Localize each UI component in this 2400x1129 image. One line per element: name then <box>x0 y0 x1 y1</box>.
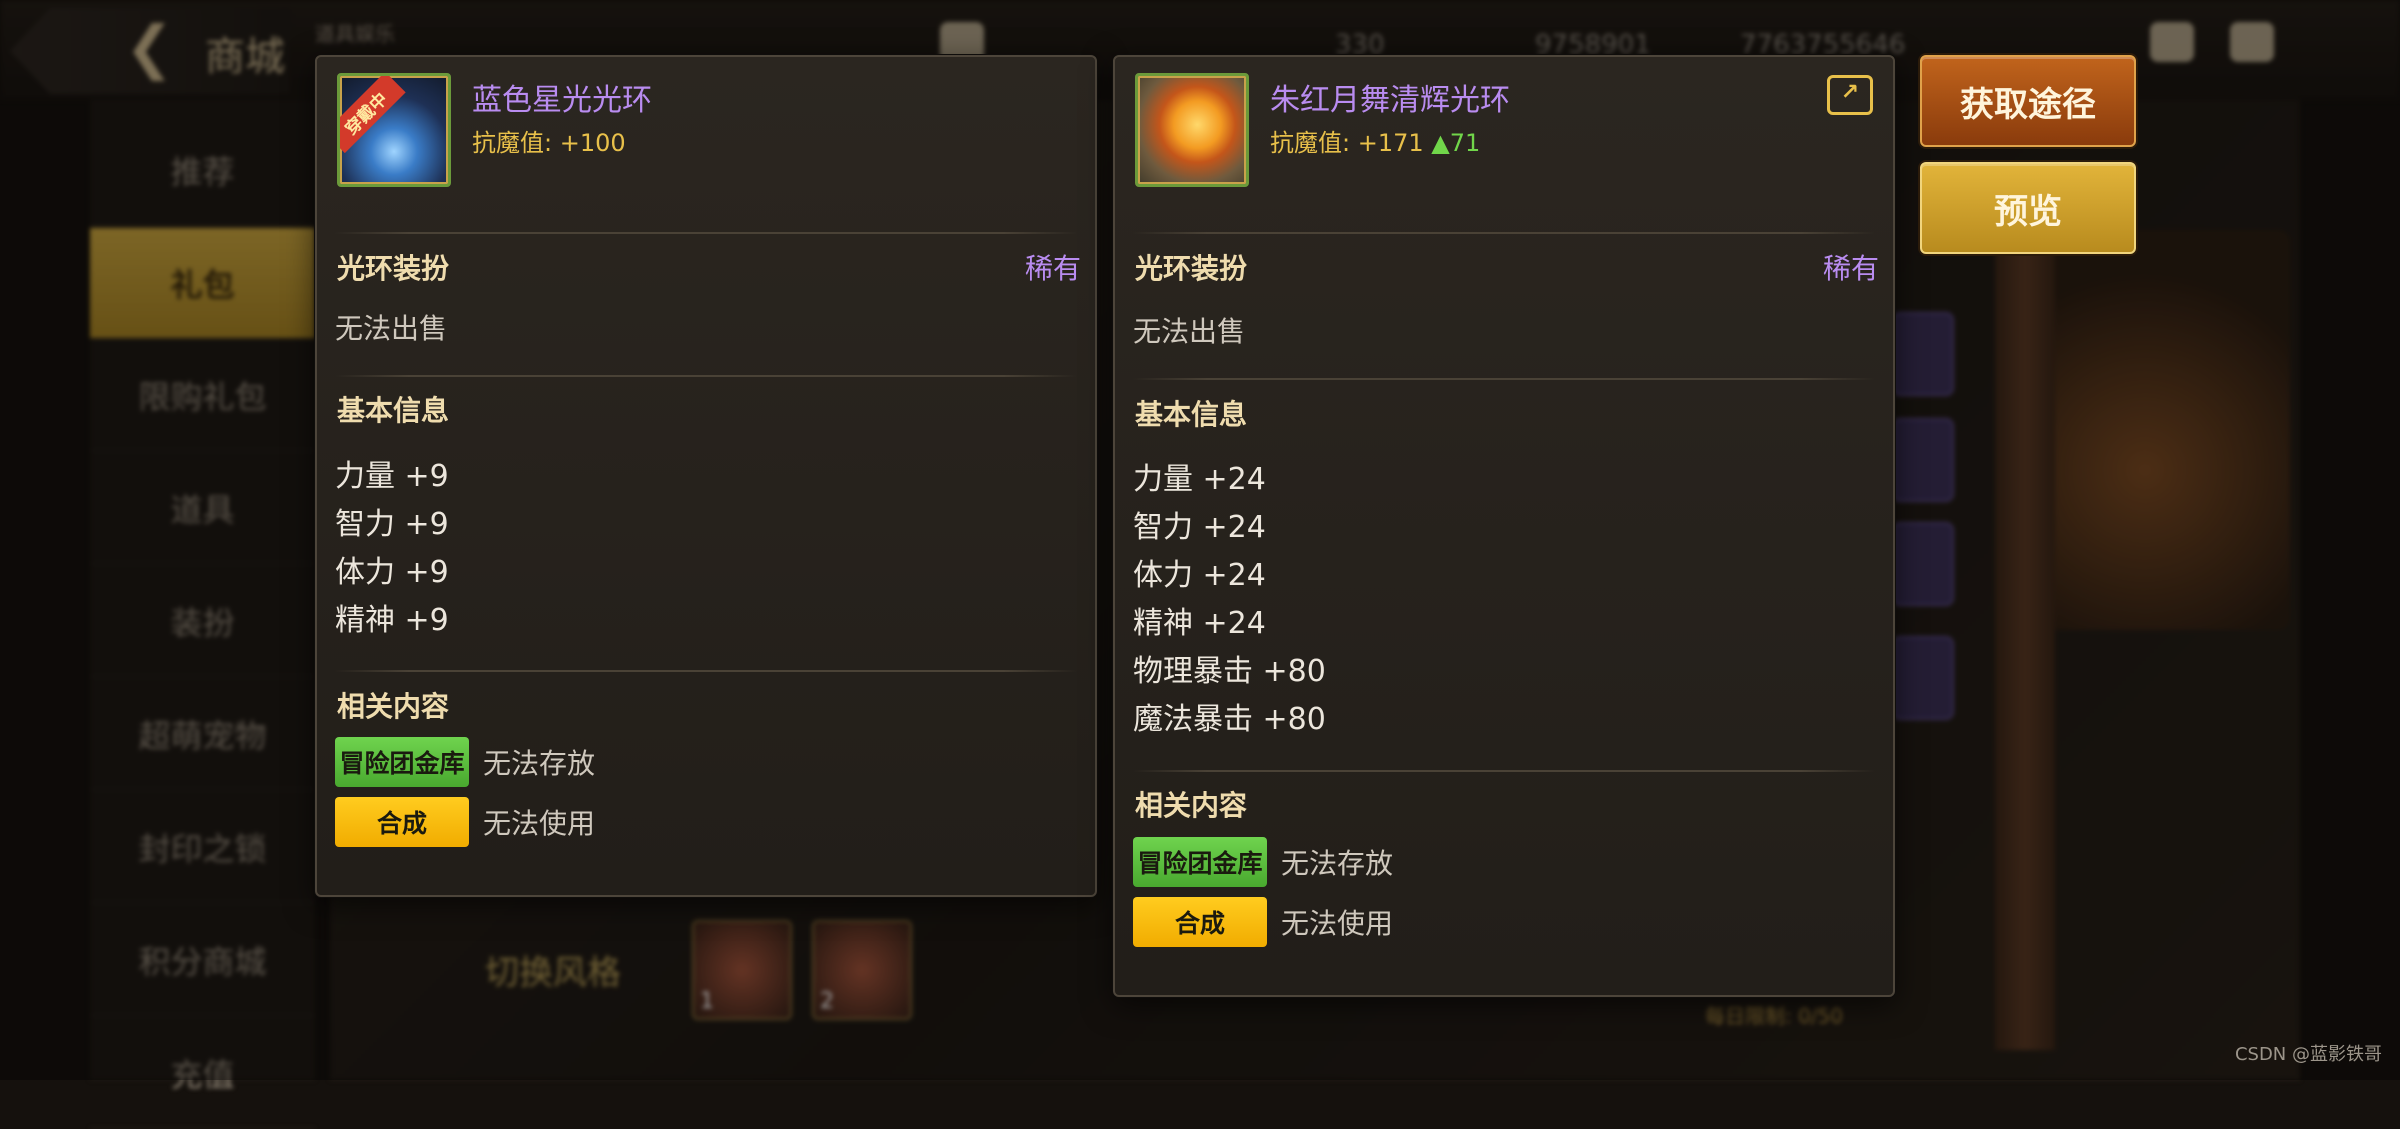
basic-info-title: 基本信息 <box>337 394 450 427</box>
resist-value: +171 <box>1357 129 1424 157</box>
adventure-vault-tag: 冒险团金库 <box>1133 837 1267 887</box>
stat-spirit: 精神 +24 <box>1133 606 1266 641</box>
vault-status: 无法存放 <box>483 747 596 780</box>
synthesis-tag: 合成 <box>1133 897 1267 947</box>
divider <box>1133 770 1875 772</box>
sell-status: 无法出售 <box>335 312 448 345</box>
item-category: 光环装扮 <box>337 252 450 285</box>
resist-label: 抗魔值: <box>1270 129 1351 157</box>
compared-item-tooltip: 朱红月舞清辉光环 抗魔值: +171 ▲71 ↗ 光环装扮 稀有 无法出售 基本… <box>1113 55 1895 997</box>
item-name: 蓝色星光光环 <box>472 83 652 118</box>
stat-list: 力量 +24 智力 +24 体力 +24 精神 +24 物理暴击 +80 魔法暴… <box>1133 456 1326 744</box>
stat-intelligence: 智力 +9 <box>335 507 449 542</box>
share-icon[interactable]: ↗ <box>1827 75 1873 115</box>
watermark: CSDN @蓝影铁哥 <box>2234 1044 2382 1065</box>
vault-status: 无法存放 <box>1281 847 1394 880</box>
related-title: 相关内容 <box>1135 789 1248 822</box>
item-name: 朱红月舞清辉光环 <box>1270 83 1510 118</box>
synthesis-tag: 合成 <box>335 797 469 847</box>
related-row: 合成 无法使用 <box>335 797 595 847</box>
blue-aura-item-icon: 穿戴中 <box>337 73 451 187</box>
stat-vitality: 体力 +24 <box>1133 558 1266 593</box>
sell-status: 无法出售 <box>1133 315 1246 348</box>
preview-button[interactable]: 预览 <box>1920 162 2136 254</box>
item-rarity: 稀有 <box>1024 252 1081 285</box>
stat-intelligence: 智力 +24 <box>1133 510 1266 545</box>
resist-increase: ▲71 <box>1431 129 1481 157</box>
stat-list: 力量 +9 智力 +9 体力 +9 精神 +9 <box>335 453 449 645</box>
equipped-item-tooltip: 穿戴中 蓝色星光光环 抗魔值: +100 光环装扮 稀有 无法出售 基本信息 力… <box>315 55 1097 897</box>
stat-strength: 力量 +24 <box>1133 462 1266 497</box>
magic-resist: 抗魔值: +100 <box>472 123 626 158</box>
adventure-vault-tag: 冒险团金库 <box>335 737 469 787</box>
related-row: 合成 无法使用 <box>1133 897 1393 947</box>
related-row: 冒险团金库 无法存放 <box>1133 837 1393 887</box>
orange-aura-item-icon <box>1135 73 1249 187</box>
synthesis-status: 无法使用 <box>483 807 596 840</box>
synthesis-status: 无法使用 <box>1281 907 1394 940</box>
item-category: 光环装扮 <box>1135 252 1248 285</box>
basic-info-title: 基本信息 <box>1135 398 1248 431</box>
divider <box>335 232 1077 234</box>
item-rarity: 稀有 <box>1822 252 1879 285</box>
related-row: 冒险团金库 无法存放 <box>335 737 595 787</box>
stat-physical-crit: 物理暴击 +80 <box>1133 654 1326 689</box>
resist-label: 抗魔值: <box>472 129 553 157</box>
divider <box>335 375 1077 377</box>
stat-magic-crit: 魔法暴击 +80 <box>1133 702 1326 737</box>
equipped-badge: 穿戴中 <box>340 76 406 154</box>
divider <box>1133 232 1875 234</box>
resist-value: +100 <box>559 129 626 157</box>
stat-vitality: 体力 +9 <box>335 555 449 590</box>
divider <box>335 670 1077 672</box>
stat-spirit: 精神 +9 <box>335 603 449 638</box>
divider <box>1133 378 1875 380</box>
stat-strength: 力量 +9 <box>335 459 449 494</box>
magic-resist: 抗魔值: +171 ▲71 <box>1270 123 1480 158</box>
obtain-method-button[interactable]: 获取途径 <box>1920 55 2136 147</box>
related-title: 相关内容 <box>337 690 450 723</box>
